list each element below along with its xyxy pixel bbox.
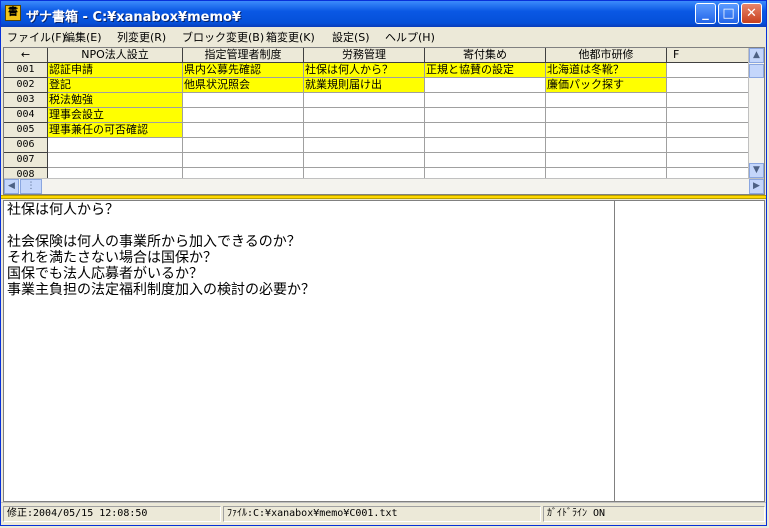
grid-cell[interactable]	[425, 138, 546, 153]
column-header[interactable]: 寄付集め	[425, 48, 546, 63]
menu-edit[interactable]: 編集(E)	[64, 29, 102, 45]
minimize-button[interactable]: _	[695, 3, 716, 24]
column-header[interactable]: 指定管理者制度	[183, 48, 304, 63]
row-header[interactable]: 004	[4, 108, 48, 123]
memo-line: 事業主負担の法定福利制度加入の検討の必要か？	[7, 282, 315, 298]
scroll-thumb-horizontal[interactable]: ⋮	[20, 179, 42, 194]
menu-block-change[interactable]: ブロック変更(B)	[182, 29, 264, 45]
grid-cell[interactable]	[183, 108, 304, 123]
memo-line: それを満たさない場合は国保か？	[7, 250, 217, 266]
grid-cell[interactable]	[304, 123, 425, 138]
grid-cell[interactable]	[304, 93, 425, 108]
grid-cell[interactable]: 廉価パック探す	[546, 78, 667, 93]
status-guideline: ｶﾞｲﾄﾞﾗｲﾝ ON	[543, 506, 765, 522]
grid-cell[interactable]: 登記	[48, 78, 183, 93]
status-file: ﾌｧｲﾙ:C:¥xanabox¥memo¥C001.txt	[223, 506, 541, 522]
menu-box-change[interactable]: 箱変更(K)	[266, 29, 315, 45]
title-bar[interactable]: 書 ザナ書箱 - C:¥xanabox¥memo¥ _ □ ✕	[1, 1, 766, 27]
grid-cell[interactable]	[48, 138, 183, 153]
grid-cell[interactable]	[183, 123, 304, 138]
row-header[interactable]: 002	[4, 78, 48, 93]
scroll-down-icon[interactable]: ▼	[749, 163, 764, 178]
block-grid: ← NPO法人設立 指定管理者制度 労務管理 寄付集め 他都市研修 F 001 認…	[3, 47, 765, 195]
grid-cell[interactable]	[304, 108, 425, 123]
grid-cell[interactable]: 県内公募先確認	[183, 63, 304, 78]
app-window: 書 ザナ書箱 - C:¥xanabox¥memo¥ _ □ ✕ ファイル(F) …	[0, 0, 767, 526]
grid-cell[interactable]	[304, 138, 425, 153]
column-header[interactable]: NPO法人設立	[48, 48, 183, 63]
column-header[interactable]: 労務管理	[304, 48, 425, 63]
grid-cell[interactable]	[425, 93, 546, 108]
grid-horizontal-scrollbar[interactable]: ◀ ⋮ ▶	[4, 178, 764, 194]
side-pane	[614, 200, 765, 502]
column-header[interactable]: F	[667, 48, 749, 63]
column-header[interactable]: 他都市研修	[546, 48, 667, 63]
grid-cell[interactable]	[546, 123, 667, 138]
grid-cell[interactable]	[183, 138, 304, 153]
grid-cell[interactable]: 他県状況照会	[183, 78, 304, 93]
close-button[interactable]: ✕	[741, 3, 762, 24]
grid-cell[interactable]	[304, 153, 425, 168]
grid-cell[interactable]	[425, 108, 546, 123]
grid-cell[interactable]: 理事会設立	[48, 108, 183, 123]
scroll-up-icon[interactable]: ▲	[749, 48, 764, 63]
scroll-thumb[interactable]	[749, 64, 764, 78]
grid-cell[interactable]: 正規と協賛の設定	[425, 63, 546, 78]
memo-line: 社会保険は何人の事業所から加入できるのか？	[7, 234, 301, 250]
grid-cell[interactable]	[183, 153, 304, 168]
grid-cell[interactable]	[183, 93, 304, 108]
grid-cell[interactable]	[667, 63, 749, 78]
app-icon[interactable]: 書	[5, 5, 21, 21]
grid-vertical-scrollbar[interactable]: ▲ ▼	[748, 48, 764, 178]
grid-cell[interactable]: 就業規則届け出	[304, 78, 425, 93]
grid-cell[interactable]: 理事兼任の可否確認	[48, 123, 183, 138]
grid-cell[interactable]	[425, 123, 546, 138]
grid-cell[interactable]	[667, 93, 749, 108]
memo-text-area[interactable]: 社保は何人から？ 社会保険は何人の事業所から加入できるのか？ それを満たさない場合は…	[3, 200, 615, 502]
grid-cell[interactable]: 認証申請	[48, 63, 183, 78]
grid-cell[interactable]	[425, 153, 546, 168]
grid-cell[interactable]: 北海道は冬靴？	[546, 63, 667, 78]
menu-column-change[interactable]: 列変更(R)	[117, 29, 166, 45]
memo-line: 社保は何人から？	[7, 202, 119, 218]
status-modified: 修正:2004/05/15 12:08:50	[3, 506, 221, 522]
grid-cell[interactable]	[667, 138, 749, 153]
row-header[interactable]: 005	[4, 123, 48, 138]
memo-line: 国保でも法人応募者がいるか？	[7, 266, 203, 282]
row-header[interactable]: 007	[4, 153, 48, 168]
menu-file[interactable]: ファイル(F)	[7, 29, 66, 45]
grid-cell[interactable]	[546, 138, 667, 153]
grid-cell[interactable]	[667, 123, 749, 138]
grid-cell[interactable]	[667, 78, 749, 93]
grid-cell[interactable]: 税法勉強	[48, 93, 183, 108]
grid-cell[interactable]	[546, 108, 667, 123]
grid-cell[interactable]	[425, 78, 546, 93]
row-header[interactable]: 001	[4, 63, 48, 78]
grid-cell[interactable]: 社保は何人から？	[304, 63, 425, 78]
grid-cell[interactable]	[667, 108, 749, 123]
grid-cell[interactable]	[48, 153, 183, 168]
menu-help[interactable]: ヘルプ(H)	[385, 29, 435, 45]
menu-bar: ファイル(F) 編集(E) 列変更(R) ブロック変更(B) 箱変更(K) 設定…	[1, 27, 766, 45]
menu-settings[interactable]: 設定(S)	[332, 29, 370, 45]
grid-cell[interactable]	[546, 93, 667, 108]
maximize-button[interactable]: □	[718, 3, 739, 24]
scroll-left-icon[interactable]: ◀	[4, 179, 19, 194]
scroll-right-icon[interactable]: ▶	[749, 179, 764, 194]
row-header[interactable]: 003	[4, 93, 48, 108]
memo-line	[7, 218, 611, 234]
row-header[interactable]: 006	[4, 138, 48, 153]
status-bar: 修正:2004/05/15 12:08:50 ﾌｧｲﾙ:C:¥xanabox¥m…	[1, 502, 766, 525]
window-title: ザナ書箱 - C:¥xanabox¥memo¥	[26, 10, 241, 25]
pane-splitter[interactable]	[1, 195, 766, 199]
grid-corner-button[interactable]: ←	[4, 48, 48, 63]
grid-cell[interactable]	[667, 153, 749, 168]
grid-cell[interactable]	[546, 153, 667, 168]
